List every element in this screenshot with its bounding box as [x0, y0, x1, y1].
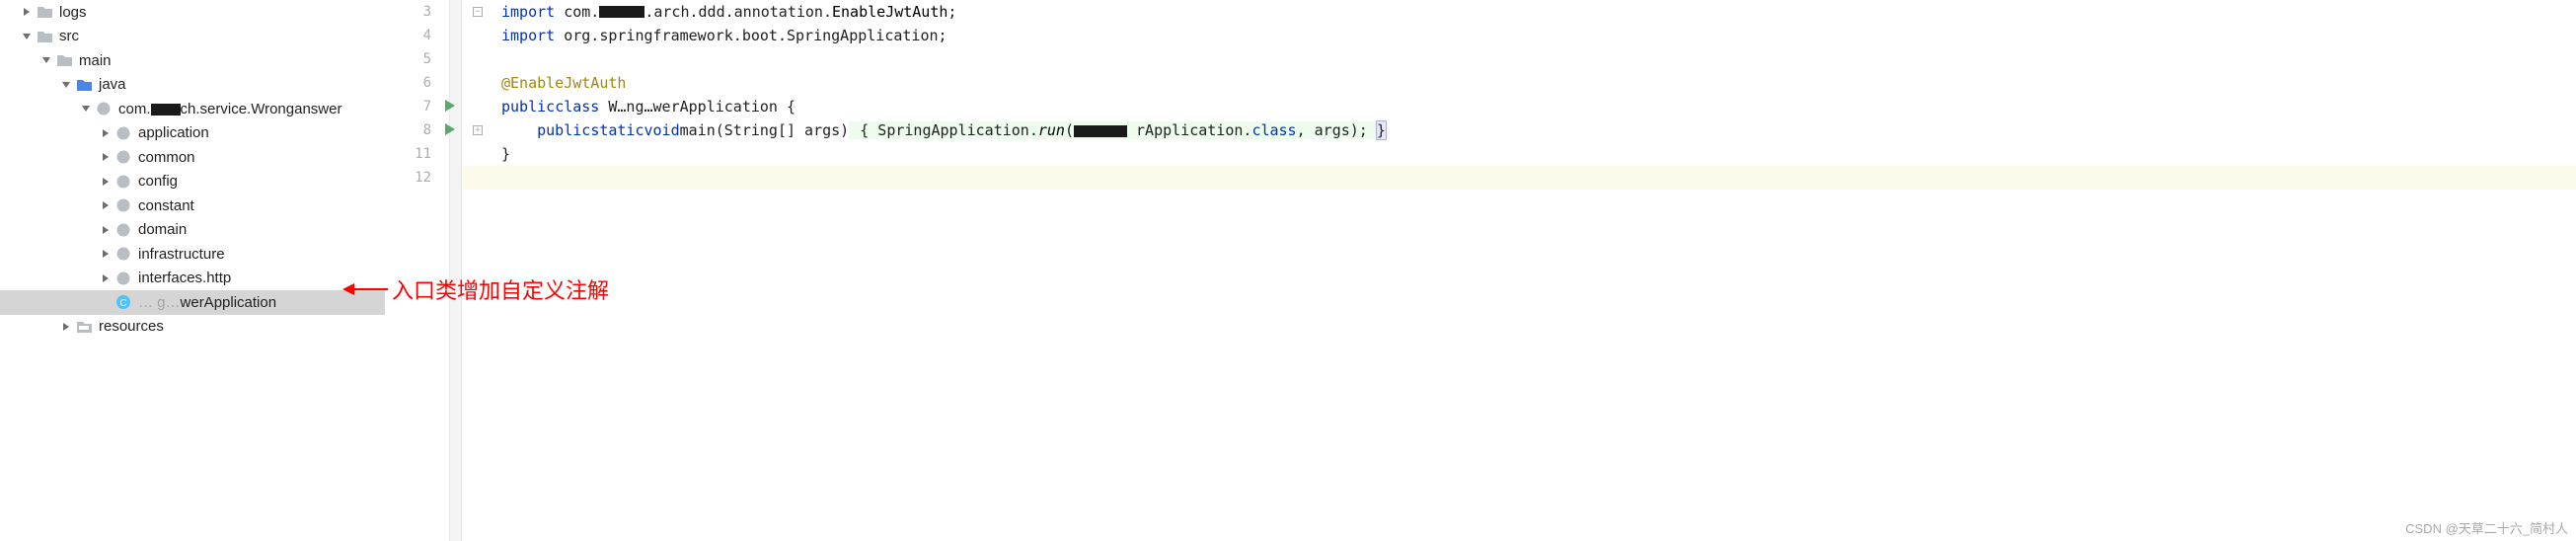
chevron-right-icon[interactable] — [99, 271, 113, 285]
package-icon — [114, 270, 132, 286]
tree-item-application[interactable]: application — [0, 121, 385, 146]
folder-grey-icon — [36, 29, 53, 44]
code-editor[interactable]: import com..arch.ddd.annotation.EnableJw… — [462, 0, 2576, 541]
tree-item-common[interactable]: common — [0, 145, 385, 170]
tree-arrow-placeholder — [99, 295, 113, 309]
chevron-down-icon[interactable] — [59, 78, 73, 92]
tree-item-java[interactable]: java — [0, 73, 385, 98]
folder-grey-icon — [36, 4, 53, 20]
package-icon — [114, 125, 132, 141]
code-line-11: } — [462, 142, 2576, 166]
code-line-3: import com..arch.ddd.annotation.EnableJw… — [462, 0, 2576, 24]
class-icon — [114, 294, 132, 310]
code-line-6: @EnableJwtAuth — [462, 71, 2576, 95]
chevron-down-icon[interactable] — [79, 102, 93, 116]
tree-item-ch-service-wronganswer[interactable]: com.ch.service.Wronganswer — [0, 97, 385, 121]
run-gutter-icon[interactable] — [445, 123, 455, 135]
tree-item-label: constant — [138, 197, 194, 214]
code-line-12 — [462, 166, 2576, 190]
chevron-right-icon[interactable] — [99, 198, 113, 212]
tree-item-label: java — [99, 76, 126, 93]
tree-item-domain[interactable]: domain — [0, 218, 385, 243]
tree-item-logs[interactable]: logs — [0, 0, 385, 25]
tree-item-resources[interactable]: resources — [0, 315, 385, 340]
tree-item-src[interactable]: src — [0, 25, 385, 49]
tree-item-label: infrastructure — [138, 246, 225, 263]
gutter-line-6[interactable]: 6 — [385, 71, 461, 95]
tree-item-label: config — [138, 173, 178, 190]
tree-item-main[interactable]: main — [0, 48, 385, 73]
code-line-4: import org.springframework.boot.SpringAp… — [462, 24, 2576, 47]
resources-icon — [75, 319, 93, 335]
chevron-right-icon[interactable] — [99, 223, 113, 237]
code-line-5 — [462, 47, 2576, 71]
code-line-8: public static void main(String[] args) {… — [462, 118, 2576, 142]
package-icon — [114, 197, 132, 213]
tree-item-label: common — [138, 149, 195, 166]
package-icon — [114, 222, 132, 238]
tree-item-infrastructure[interactable]: infrastructure — [0, 242, 385, 267]
gutter-line-11[interactable]: 11 — [385, 142, 461, 166]
package-icon — [95, 101, 113, 116]
folder-grey-icon — [55, 52, 73, 68]
gutter-line-12[interactable]: 12 — [385, 166, 461, 190]
tree-item-constant[interactable]: constant — [0, 193, 385, 218]
tree-item-werapplication[interactable]: … g…werApplication — [0, 290, 385, 315]
package-icon — [114, 246, 132, 262]
gutter-line-5[interactable]: 5 — [385, 47, 461, 71]
gutter-line-8[interactable]: 8+ — [385, 118, 461, 142]
chevron-right-icon[interactable] — [99, 150, 113, 164]
chevron-right-icon[interactable] — [99, 175, 113, 189]
chevron-right-icon[interactable] — [99, 247, 113, 261]
package-icon — [114, 174, 132, 190]
chevron-down-icon[interactable] — [20, 30, 34, 43]
tree-item-interfaces-http[interactable]: interfaces.http — [0, 267, 385, 291]
tree-item-label: src — [59, 28, 79, 44]
tree-item-label: resources — [99, 318, 164, 335]
tree-item-label: … g…werApplication — [138, 294, 276, 311]
tree-item-config[interactable]: config — [0, 170, 385, 194]
package-icon — [114, 149, 132, 165]
code-line-7: public class W…ng…werApplication { — [462, 95, 2576, 118]
tree-item-label: main — [79, 52, 112, 69]
gutter-line-3[interactable]: 3− — [385, 0, 461, 24]
folder-blue-icon — [75, 77, 93, 93]
chevron-right-icon[interactable] — [59, 320, 73, 334]
chevron-right-icon[interactable] — [20, 5, 34, 19]
gutter-line-4[interactable]: 4 — [385, 24, 461, 47]
chevron-right-icon[interactable] — [99, 126, 113, 140]
editor-gutter: 3−45678+1112 — [385, 0, 462, 541]
run-gutter-icon[interactable] — [445, 100, 455, 112]
tree-item-label: application — [138, 124, 209, 141]
watermark: CSDN @天草二十六_简村人 — [2405, 518, 2568, 537]
chevron-down-icon[interactable] — [39, 53, 53, 67]
tree-item-label: com.ch.service.Wronganswer — [118, 101, 341, 117]
project-tree[interactable]: logs srcmain java com.ch.service.Wronganswe… — [0, 0, 385, 541]
tree-item-label: interfaces.http — [138, 270, 231, 286]
tree-item-label: logs — [59, 4, 87, 21]
tree-item-label: domain — [138, 221, 187, 238]
gutter-line-7[interactable]: 7 — [385, 95, 461, 118]
